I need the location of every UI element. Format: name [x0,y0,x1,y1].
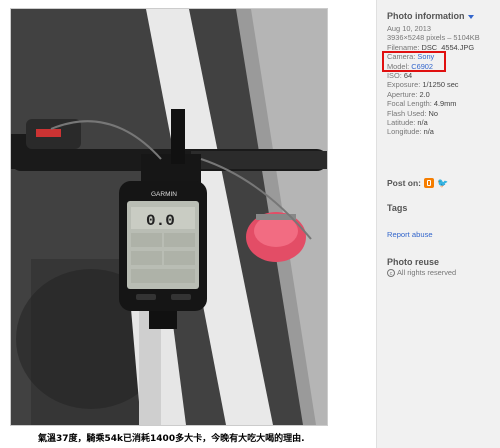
info-flash: Flash Used: No [387,109,499,118]
info-focal-length: Focal Length: 4.9mm [387,99,499,108]
info-aperture: Aperture: 2.0 [387,90,499,99]
info-dimensions: 3936×5248 pixels – 5104KB [387,33,480,43]
photo-viewer-main: 0.0 GARMIN 氣溫37度，騎乘54k已消耗1400多大卡，今晚有大吃大喝… [0,0,376,448]
exposure-value: 1/1250 sec [422,80,459,90]
chevron-down-icon[interactable] [467,14,474,19]
tags-title: Tags [387,203,408,213]
aperture-label: Aperture: [387,89,418,99]
info-iso: ISO: 64 [387,71,499,80]
blogger-icon[interactable] [424,178,434,188]
highlight-annotation [382,51,446,72]
photo-info-list: Aug 10, 2013 3936×5248 pixels – 5104KB F… [387,24,499,137]
rights-text: All rights reserved [397,268,457,277]
rights-line: c All rights reserved [387,268,456,277]
focal-length-value: 4.9mm [433,99,457,109]
photo-info-title-label: Photo information [387,11,465,21]
latitude-value: n/a [417,118,428,128]
latitude-label: Latitude: [387,118,416,128]
longitude-label: Longitude: [387,127,422,137]
info-exposure: Exposure: 1/1250 sec [387,80,499,89]
post-on-label: Post on: [387,178,421,188]
twitter-icon[interactable]: 🐦 [437,178,448,188]
flash-value: No [428,108,438,118]
longitude-value: n/a [423,127,434,137]
iso-value: 64 [403,71,413,81]
info-date: Aug 10, 2013 [387,24,431,33]
photo-reuse-title: Photo reuse [387,257,440,267]
photo-caption: 氣溫37度，騎乘54k已消耗1400多大卡，今晚有大吃大喝的理由. [38,434,305,444]
photo-info-title[interactable]: Photo information [387,11,474,21]
photo-image: 0.0 GARMIN [11,9,327,425]
aperture-value: 2.0 [419,89,430,99]
copyright-icon: c [387,268,395,277]
photo[interactable]: 0.0 GARMIN [10,8,328,426]
info-latitude: Latitude: n/a [387,118,499,127]
device-brand-logo: GARMIN [151,191,177,198]
info-longitude: Longitude: n/a [387,127,499,136]
flash-label: Flash Used: [387,108,427,118]
post-on: Post on: 🐦 [387,178,448,188]
focal-length-label: Focal Length: [387,99,432,109]
device-speed-reading: 0.0 [146,212,175,230]
exposure-label: Exposure: [387,80,421,90]
report-abuse-link[interactable]: Report abuse [387,230,433,239]
iso-label: ISO: [387,71,402,81]
